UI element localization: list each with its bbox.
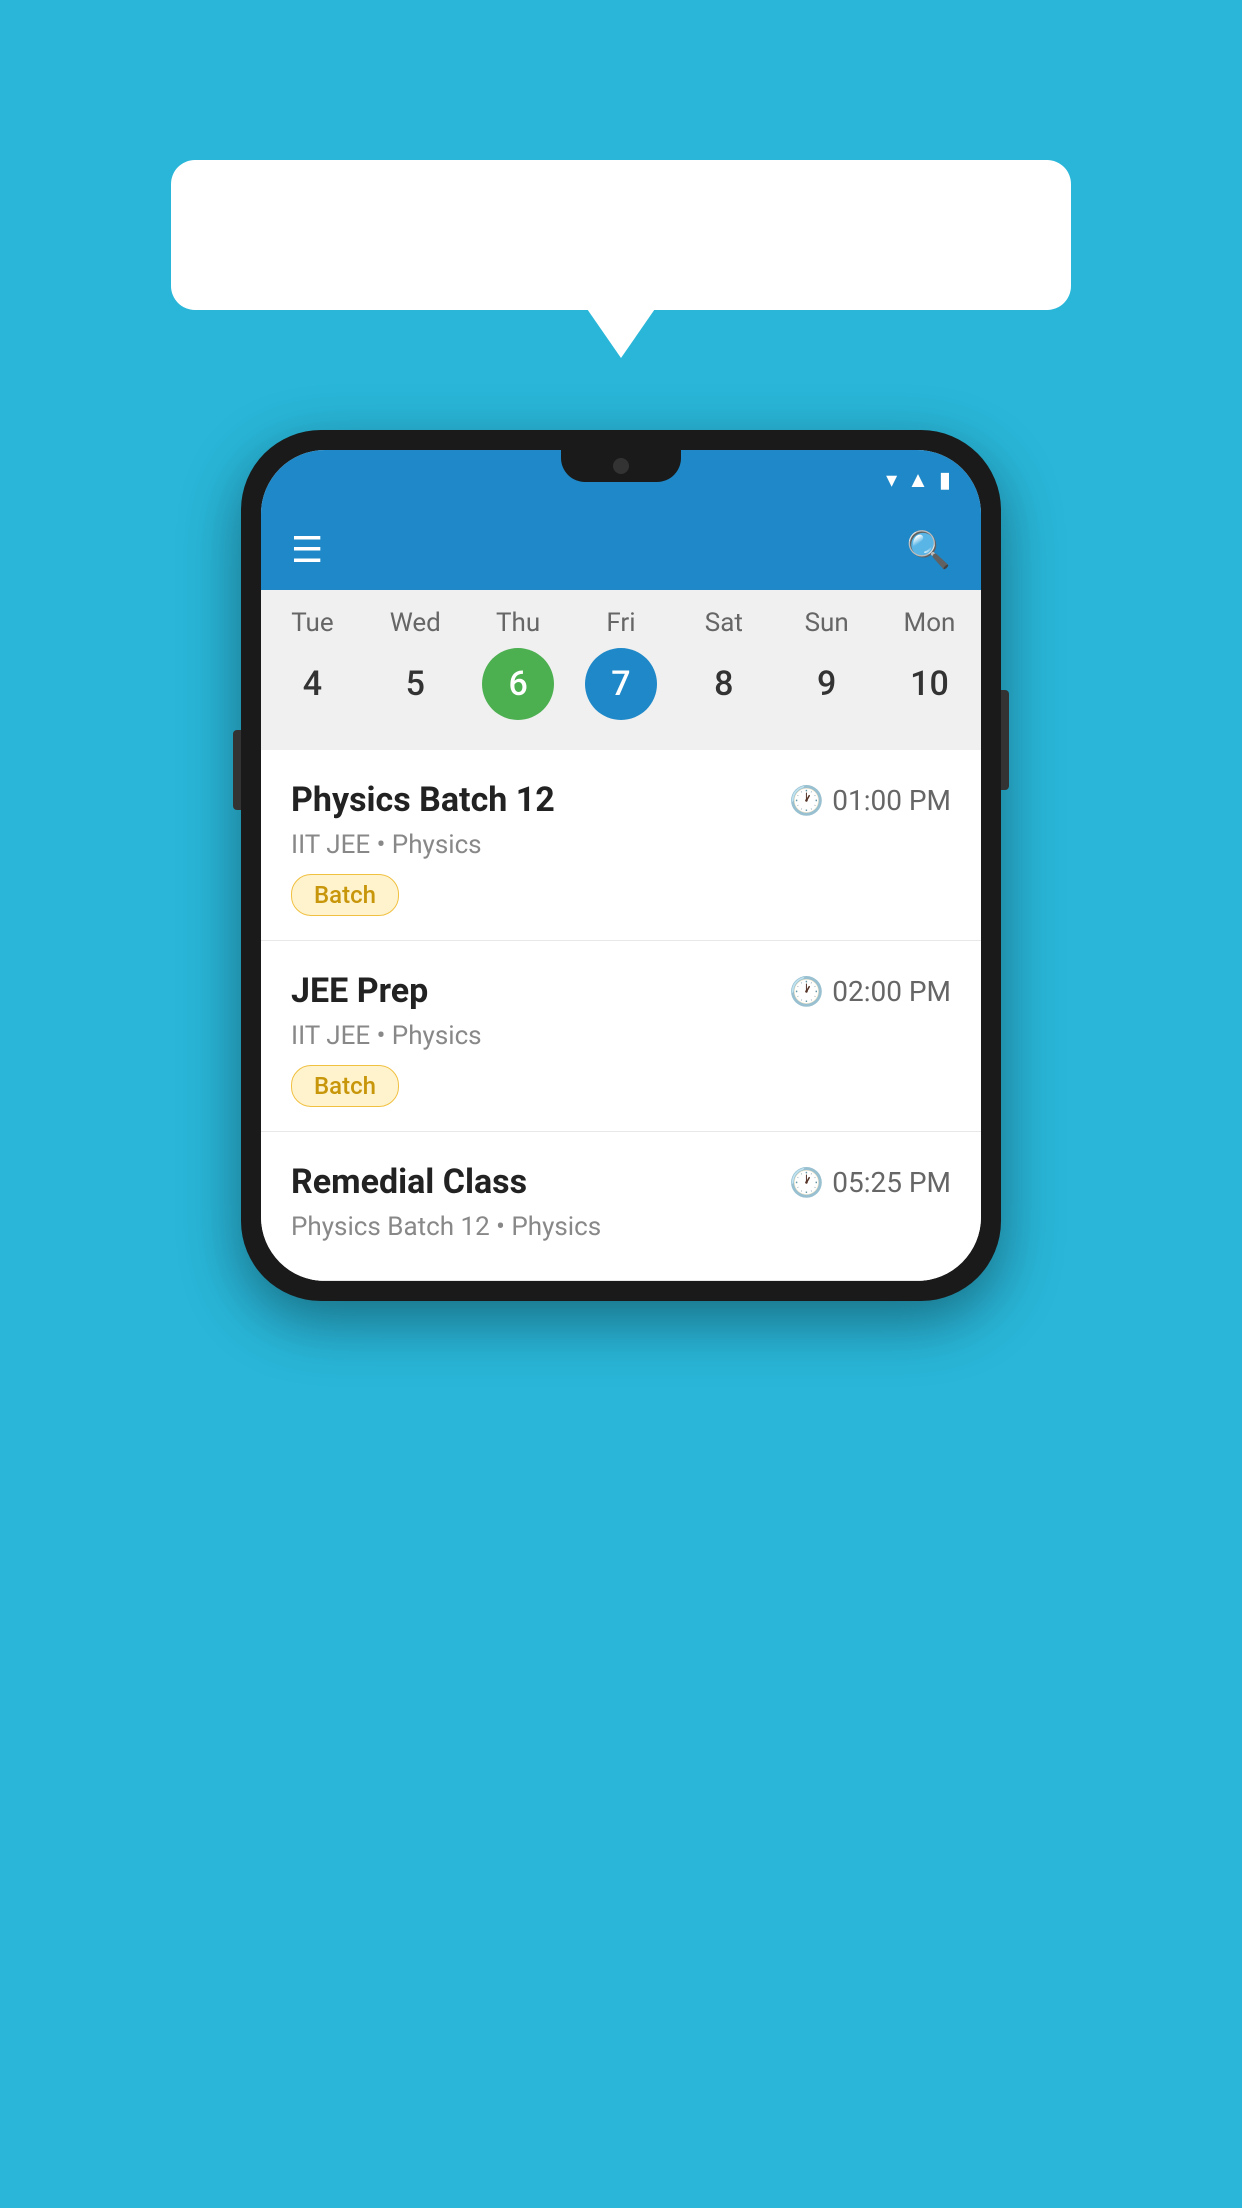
day-num-6[interactable]: 6 [482, 648, 554, 720]
schedule-list: Physics Batch 12 🕐 01:00 PM IIT JEE • Phys… [261, 750, 981, 1281]
day-numbers: 456789 10 [261, 648, 981, 720]
day-label-tue: Tue [269, 608, 355, 638]
batch-badge-1: Batch [291, 1065, 399, 1107]
schedule-title-1: JEE Prep [291, 971, 428, 1011]
notch [561, 450, 681, 482]
schedule-item-2[interactable]: Remedial Class 🕐 05:25 PM Physics Batch 12… [261, 1132, 981, 1281]
schedule-time-0: 🕐 01:00 PM [789, 784, 951, 817]
day-label-fri: Fri [578, 608, 664, 638]
schedule-item-0[interactable]: Physics Batch 12 🕐 01:00 PM IIT JEE • Phys… [261, 750, 981, 941]
phone-outer: ▾ ▲ ▮ ☰ 🔍 Tue Wed Thu Fri Sat Sun Mon 456789 10 [241, 430, 1001, 1301]
phone-mockup: ▾ ▲ ▮ ☰ 🔍 Tue Wed Thu Fri Sat Sun Mon 456789 10 [241, 430, 1001, 1301]
hamburger-menu-icon[interactable]: ☰ [291, 529, 323, 571]
signal-icon: ▲ [907, 467, 929, 493]
volume-button-left [233, 730, 241, 810]
phone-screen: ▾ ▲ ▮ ☰ 🔍 Tue Wed Thu Fri Sat Sun Mon 456789 10 [261, 450, 981, 1281]
schedule-title-2: Remedial Class [291, 1162, 527, 1202]
clock-icon: 🕐 [789, 1166, 824, 1199]
day-num-7[interactable]: 7 [585, 648, 657, 720]
day-num-10[interactable]: 10 [893, 648, 965, 720]
schedule-time-1: 🕐 02:00 PM [789, 975, 951, 1008]
app-bar: ☰ 🔍 [261, 510, 981, 590]
schedule-item-1[interactable]: JEE Prep 🕐 02:00 PM IIT JEE • Physics Batch [261, 941, 981, 1132]
batch-badge-0: Batch [291, 874, 399, 916]
schedule-meta-0: IIT JEE • Physics [291, 830, 951, 860]
camera [613, 458, 629, 474]
schedule-meta-2: Physics Batch 12 • Physics [291, 1212, 951, 1242]
schedule-time-2: 🕐 05:25 PM [789, 1166, 951, 1199]
wifi-icon: ▾ [886, 468, 897, 493]
schedule-meta-1: IIT JEE • Physics [291, 1021, 951, 1051]
power-button-right [1001, 690, 1009, 790]
battery-icon: ▮ [939, 468, 951, 493]
day-num-4[interactable]: 4 [276, 648, 348, 720]
schedule-title-0: Physics Batch 12 [291, 780, 555, 820]
status-icons: ▾ ▲ ▮ [886, 467, 951, 493]
status-bar: ▾ ▲ ▮ [261, 450, 981, 510]
day-num-5[interactable]: 5 [379, 648, 451, 720]
search-icon[interactable]: 🔍 [906, 529, 951, 571]
day-num-8[interactable]: 8 [688, 648, 760, 720]
clock-icon: 🕐 [789, 975, 824, 1008]
day-label-sat: Sat [681, 608, 767, 638]
clock-icon: 🕐 [789, 784, 824, 817]
day-headers: Tue Wed Thu Fri Sat Sun Mon [261, 608, 981, 638]
selected-date-label [261, 732, 981, 742]
tooltip-card [171, 160, 1071, 310]
day-label-wed: Wed [372, 608, 458, 638]
day-label-mon: Mon [886, 608, 972, 638]
calendar-strip: Tue Wed Thu Fri Sat Sun Mon 456789 10 [261, 590, 981, 750]
day-label-sun: Sun [784, 608, 870, 638]
day-label-thu: Thu [475, 608, 561, 638]
day-num-9[interactable]: 9 [791, 648, 863, 720]
